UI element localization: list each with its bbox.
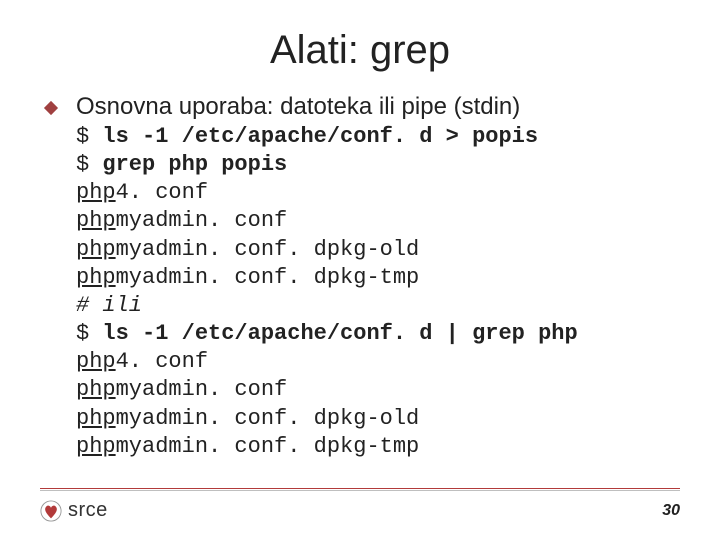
diamond-bullet-icon (44, 101, 58, 115)
code-line: $ ls -1 /etc/apache/conf. d | grep php (76, 321, 578, 346)
bullet-item: Osnovna uporaba: datoteka ili pipe (stdi… (40, 93, 680, 121)
footer: srce 30 (0, 488, 720, 522)
code-line: phpmyadmin. conf. dpkg-old (76, 237, 419, 262)
slide-title: Alati: grep (0, 0, 720, 83)
brand-logo: srce (40, 499, 108, 522)
code-line: $ ls -1 /etc/apache/conf. d > popis (76, 124, 538, 149)
brand-text: srce (68, 499, 108, 522)
heart-icon (40, 500, 62, 522)
code-line: phpmyadmin. conf. dpkg-old (76, 406, 419, 431)
code-line: phpmyadmin. conf. dpkg-tmp (76, 434, 419, 459)
code-line: phpmyadmin. conf (76, 208, 287, 233)
footer-row: srce 30 (40, 499, 680, 522)
code-line: phpmyadmin. conf (76, 377, 287, 402)
page-number: 30 (662, 502, 680, 520)
bullet-text: Osnovna uporaba: datoteka ili pipe (stdi… (76, 93, 520, 121)
code-block: $ ls -1 /etc/apache/conf. d > popis $ gr… (76, 123, 680, 461)
slide-content: Osnovna uporaba: datoteka ili pipe (stdi… (0, 83, 720, 461)
slide: Alati: grep Osnovna uporaba: datoteka il… (0, 0, 720, 540)
code-line: $ grep php popis (76, 152, 287, 177)
footer-divider (40, 488, 680, 491)
code-comment: # ili (76, 293, 142, 318)
code-line: phpmyadmin. conf. dpkg-tmp (76, 265, 419, 290)
code-line: php4. conf (76, 180, 208, 205)
code-line: php4. conf (76, 349, 208, 374)
